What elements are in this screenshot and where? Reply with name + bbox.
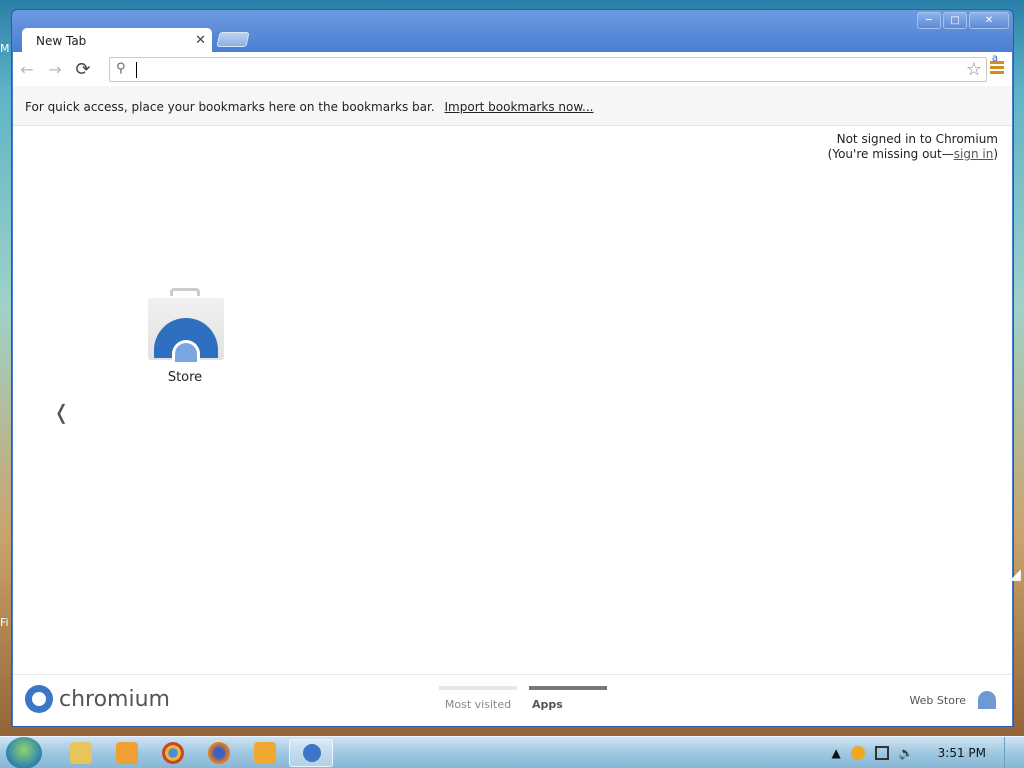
- web-store-icon: [978, 691, 996, 709]
- signin-prompt: (You're missing out—: [827, 147, 954, 161]
- app-tile-store[interactable]: Store: [144, 288, 226, 385]
- desktop-icon-label: Fi: [0, 616, 9, 629]
- file-explorer-icon[interactable]: [70, 742, 92, 764]
- update-icon[interactable]: [850, 746, 865, 760]
- tab-most-visited[interactable]: Most visited: [439, 686, 517, 711]
- maximize-button[interactable]: □: [943, 12, 967, 29]
- browser-window: ─ □ ✕ New Tab ✕ ← → ⟳ ⚲ ☆ a For quick ac…: [11, 9, 1014, 727]
- signin-status: Not signed in to Chromium: [836, 132, 998, 146]
- web-store-link[interactable]: Web Store: [909, 691, 996, 709]
- maximize-icon: □: [950, 15, 960, 26]
- chromium-icon: [25, 685, 53, 713]
- chromium-taskbar-button[interactable]: [289, 739, 333, 767]
- chromium-icon: [303, 744, 321, 762]
- show-hidden-icons[interactable]: ▲: [831, 746, 840, 760]
- omnibox[interactable]: ⚲ ☆: [109, 57, 987, 82]
- store-icon: [146, 288, 224, 362]
- import-bookmarks-link[interactable]: Import bookmarks now...: [445, 100, 594, 114]
- tab-title: New Tab: [36, 34, 87, 48]
- bookmark-star-icon[interactable]: ☆: [966, 59, 982, 80]
- text-cursor: [136, 62, 137, 78]
- clock[interactable]: 3:51 PM: [938, 746, 986, 760]
- footer: chromium Most visited Apps Web Store: [13, 674, 1012, 726]
- chromium-logo: chromium: [25, 685, 170, 713]
- forward-arrow-icon: →: [48, 59, 62, 79]
- taskbar: ▲ 🔈 3:51 PM: [0, 736, 1024, 768]
- window-controls: ─ □ ✕: [917, 12, 1009, 29]
- signin-notice: Not signed in to Chromium (You're missin…: [827, 132, 998, 161]
- reload-icon: ⟳: [75, 58, 91, 80]
- bookmarks-message: For quick access, place your bookmarks h…: [25, 100, 435, 114]
- address-input[interactable]: [134, 60, 944, 79]
- brand-text: chromium: [59, 686, 170, 712]
- toolbar: ← → ⟳ ⚲ ☆ a: [13, 52, 1012, 86]
- title-bar[interactable]: ─ □ ✕ New Tab ✕: [12, 10, 1013, 54]
- tab-close-icon[interactable]: ✕: [195, 33, 206, 48]
- show-desktop-button[interactable]: [1004, 737, 1014, 768]
- tab-new-tab[interactable]: New Tab ✕: [22, 28, 212, 54]
- back-button[interactable]: ←: [13, 57, 41, 81]
- volume-icon[interactable]: 🔈: [899, 746, 914, 760]
- new-tab-page: Not signed in to Chromium (You're missin…: [13, 126, 1012, 674]
- bookmarks-bar: For quick access, place your bookmarks h…: [13, 86, 1012, 126]
- vlc-icon[interactable]: [254, 742, 276, 764]
- search-icon: ⚲: [116, 61, 126, 76]
- network-icon[interactable]: [874, 746, 889, 760]
- minimize-icon: ─: [925, 15, 933, 26]
- chrome-icon[interactable]: [162, 742, 184, 764]
- media-player-icon[interactable]: [116, 742, 138, 764]
- previous-page-icon[interactable]: ❬: [53, 400, 70, 424]
- minimize-button[interactable]: ─: [917, 12, 941, 29]
- new-tab-button[interactable]: [216, 32, 250, 47]
- firefox-icon[interactable]: [208, 742, 230, 764]
- forward-button[interactable]: →: [41, 57, 69, 81]
- close-window-button[interactable]: ✕: [969, 12, 1009, 29]
- back-arrow-icon: ←: [20, 59, 34, 79]
- tab-apps[interactable]: Apps: [529, 686, 607, 711]
- close-icon: ✕: [984, 15, 994, 26]
- desktop-icon-label: M: [0, 42, 10, 55]
- sign-in-link[interactable]: sign in: [954, 147, 994, 161]
- app-label: Store: [167, 370, 203, 385]
- system-tray: ▲ 🔈 3:51 PM: [831, 737, 1024, 768]
- menu-button[interactable]: [990, 61, 1004, 77]
- reload-button[interactable]: ⟳: [69, 57, 97, 81]
- menu-icon: [990, 61, 1004, 64]
- start-button[interactable]: [6, 737, 42, 768]
